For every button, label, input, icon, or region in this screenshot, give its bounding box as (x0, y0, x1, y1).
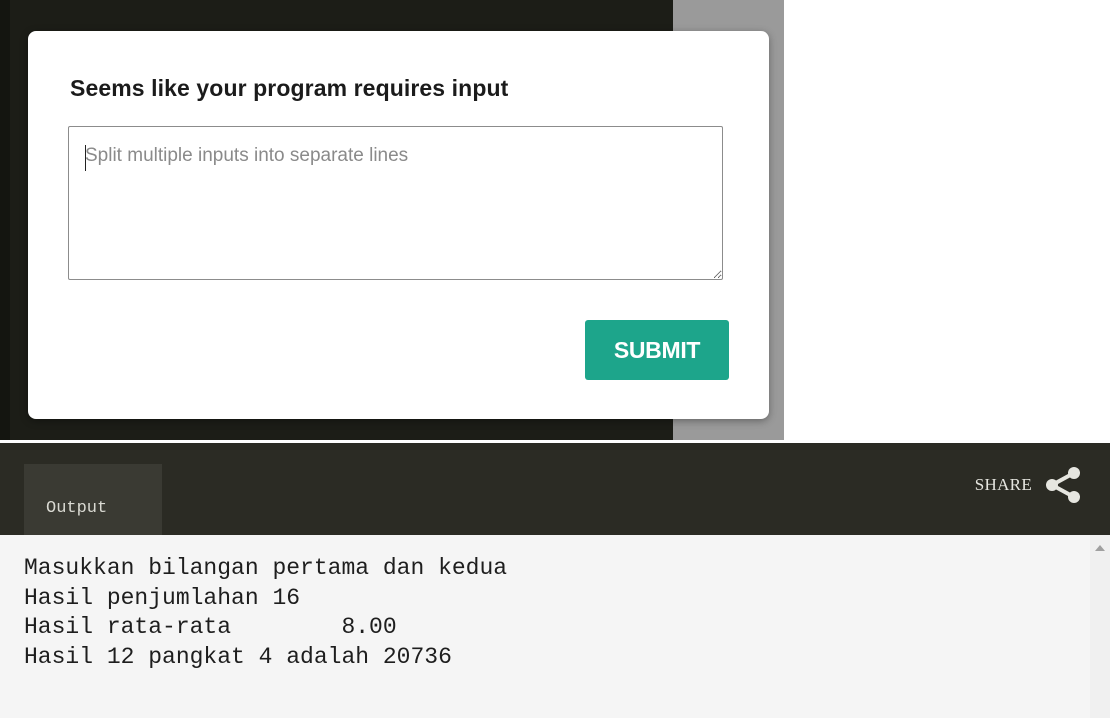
share-label: SHARE (974, 475, 1032, 494)
text-caret (85, 145, 86, 171)
editor-backdrop: Seems like your program requires input S… (0, 0, 784, 440)
program-input-textarea[interactable] (68, 126, 723, 280)
console-line: Masukkan bilangan pertama dan kedua (24, 555, 508, 581)
scroll-up-arrow-icon[interactable] (1095, 545, 1105, 551)
console-line: Hasil 12 pangkat 4 adalah 20736 (24, 643, 452, 670)
console-line: Hasil rata-rata 8.00 (24, 614, 397, 640)
output-header: Output SHARE (0, 443, 1110, 535)
tab-output-label: Output (46, 499, 108, 518)
editor-edge (0, 0, 10, 440)
share-button[interactable]: SHARE (975, 463, 1084, 507)
submit-button[interactable]: SUBMIT (585, 320, 729, 380)
console-line: Hasil penjumlahan 16 (24, 584, 301, 611)
share-icon (1046, 467, 1080, 503)
tab-output[interactable]: Output (24, 464, 162, 535)
console-text: Masukkan bilangan pertama dan kedua Hasi… (24, 554, 507, 672)
output-console: Masukkan bilangan pertama dan kedua Hasi… (0, 535, 1110, 718)
input-modal: Seems like your program requires input S… (28, 31, 769, 419)
modal-title: Seems like your program requires input (70, 75, 509, 101)
vertical-scrollbar[interactable] (1090, 535, 1110, 718)
